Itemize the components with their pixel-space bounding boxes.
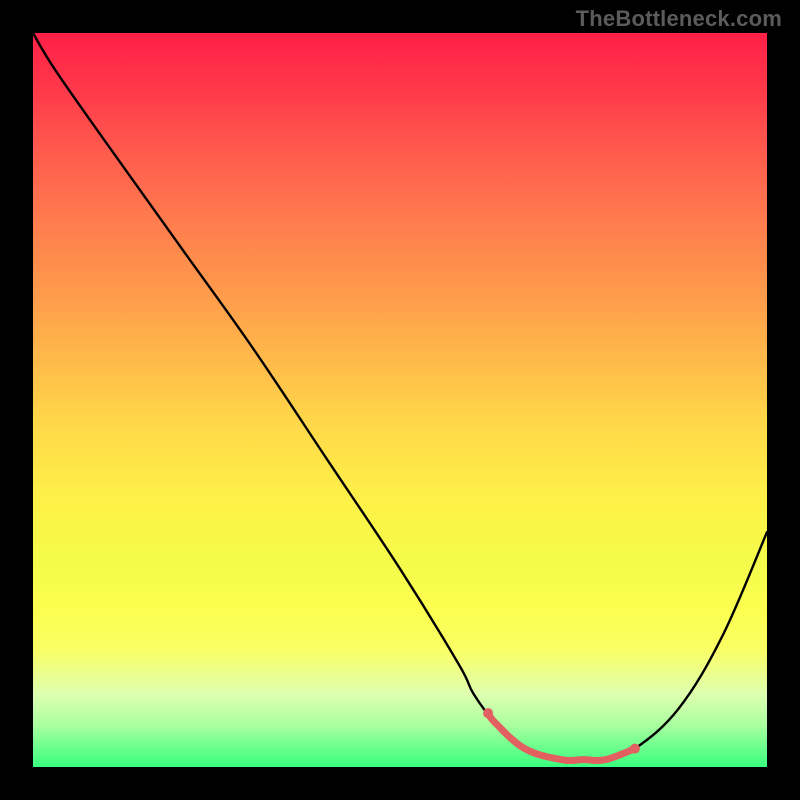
highlight-end-dot xyxy=(630,744,640,754)
watermark-label: TheBottleneck.com xyxy=(576,6,782,32)
curve-path xyxy=(33,33,767,761)
curve-highlight-segment xyxy=(488,713,635,760)
highlight-start-dot xyxy=(483,708,493,718)
chart-frame: { "watermark": "TheBottleneck.com", "col… xyxy=(0,0,800,800)
bottleneck-curve xyxy=(33,33,767,767)
plot-background-gradient xyxy=(33,33,767,767)
